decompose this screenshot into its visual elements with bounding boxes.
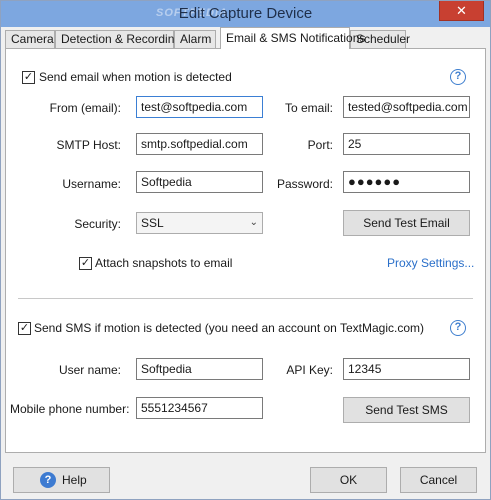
- to-email-input[interactable]: tested@softpedia.com: [343, 96, 470, 118]
- sms-help-icon[interactable]: ?: [450, 320, 466, 336]
- edit-capture-device-window: SOFTPEDIA Edit Capture Device ✕ Camera D…: [0, 0, 491, 500]
- username-label: Username:: [62, 177, 121, 191]
- attach-snapshots-checkbox[interactable]: ✓: [79, 257, 92, 270]
- port-label: Port:: [307, 138, 333, 152]
- from-email-label: From (email):: [49, 101, 121, 115]
- send-sms-checkbox[interactable]: ✓: [18, 322, 31, 335]
- mobile-phone-label: Mobile phone number:: [10, 402, 130, 416]
- send-sms-label: Send SMS if motion is detected (you need…: [34, 321, 424, 335]
- proxy-settings-link[interactable]: Proxy Settings...: [387, 256, 474, 270]
- attach-snapshots-label: Attach snapshots to email: [95, 256, 233, 270]
- port-input[interactable]: 25: [343, 133, 470, 155]
- cancel-button[interactable]: Cancel: [400, 467, 477, 493]
- api-key-input[interactable]: 12345: [343, 358, 470, 380]
- window-title: Edit Capture Device: [178, 5, 313, 22]
- from-email-input[interactable]: test@softpedia.com: [136, 96, 263, 118]
- send-test-email-button[interactable]: Send Test Email: [343, 210, 470, 236]
- tab-alarm[interactable]: Alarm: [174, 30, 216, 48]
- send-email-label: Send email when motion is detected: [39, 70, 232, 84]
- mobile-phone-input[interactable]: 5551234567: [136, 397, 263, 419]
- password-input[interactable]: ●●●●●●: [343, 171, 470, 193]
- send-email-checkbox[interactable]: ✓: [22, 71, 35, 84]
- username-input[interactable]: Softpedia: [136, 171, 263, 193]
- security-label: Security:: [74, 217, 121, 231]
- section-divider: [18, 298, 473, 299]
- tab-camera[interactable]: Camera: [5, 30, 55, 48]
- tab-strip: Camera Detection & Recording Alarm Email…: [5, 27, 486, 49]
- smtp-host-input[interactable]: smtp.softpedial.com: [136, 133, 263, 155]
- help-button-label: Help: [62, 473, 87, 487]
- title-bar[interactable]: SOFTPEDIA Edit Capture Device ✕: [1, 1, 490, 27]
- sms-username-input[interactable]: Softpedia: [136, 358, 263, 380]
- password-label: Password:: [276, 177, 333, 191]
- smtp-host-label: SMTP Host:: [56, 138, 121, 152]
- email-help-icon[interactable]: ?: [450, 69, 466, 85]
- to-email-label: To email:: [284, 101, 333, 115]
- close-button[interactable]: ✕: [439, 1, 484, 21]
- email-sms-panel: ✓ Send email when motion is detected ? F…: [5, 48, 486, 453]
- api-key-label: API Key:: [286, 363, 333, 377]
- help-button[interactable]: ? Help: [13, 467, 110, 493]
- tab-detection-recording[interactable]: Detection & Recording: [55, 30, 181, 48]
- send-test-sms-button[interactable]: Send Test SMS: [343, 397, 470, 423]
- tab-email-sms-notifications[interactable]: Email & SMS Notifications: [220, 27, 365, 49]
- security-select[interactable]: SSL ⌄: [136, 212, 263, 234]
- sms-username-label: User name:: [58, 363, 121, 377]
- chevron-down-icon: ⌄: [249, 217, 258, 228]
- security-value: SSL: [141, 216, 164, 230]
- ok-button[interactable]: OK: [310, 467, 387, 493]
- help-icon: ?: [40, 472, 56, 488]
